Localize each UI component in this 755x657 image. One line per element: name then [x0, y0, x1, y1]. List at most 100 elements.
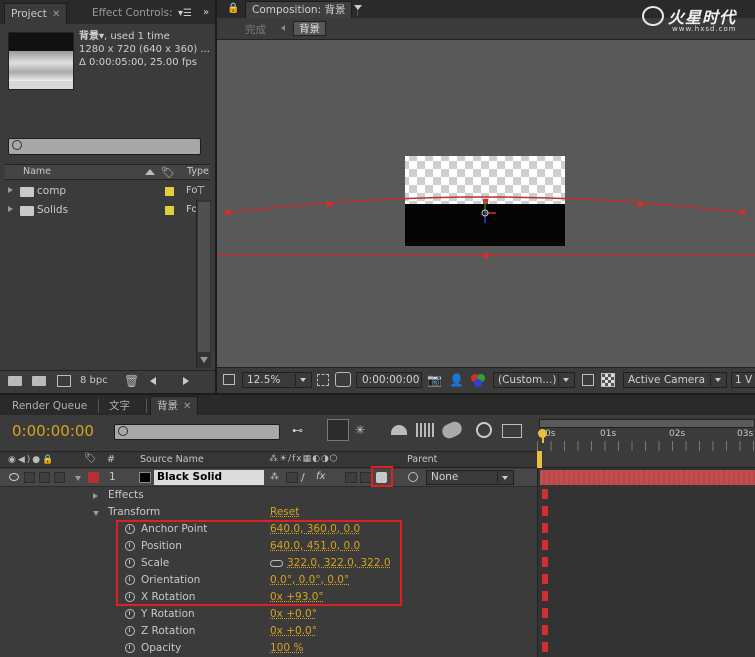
parent-dropdown[interactable]: None: [426, 470, 514, 485]
scroll-down-icon[interactable]: [200, 357, 208, 363]
stopwatch-icon[interactable]: [125, 626, 135, 636]
property-row[interactable]: Y Rotation 0x +0.0°: [0, 606, 537, 623]
project-search-input[interactable]: [25, 140, 197, 153]
expand-arrow-icon[interactable]: [8, 187, 13, 193]
breadcrumb-item-active[interactable]: 背景: [293, 21, 326, 36]
quality-slash-icon[interactable]: /: [301, 471, 305, 484]
pick-whip-icon[interactable]: [408, 472, 418, 482]
new-comp-icon[interactable]: [57, 375, 71, 387]
zoom-dropdown[interactable]: 12.5%: [242, 372, 312, 388]
property-value[interactable]: 0x +0.0°: [270, 623, 317, 640]
close-icon[interactable]: ✕: [52, 4, 60, 25]
column-type[interactable]: Type: [187, 166, 209, 177]
label-tag-icon[interactable]: 🏷: [161, 166, 175, 179]
stopwatch-icon[interactable]: [125, 643, 135, 653]
layer-name[interactable]: Black Solid: [154, 470, 264, 485]
panel-menu-icon[interactable]: ▾☰: [176, 7, 194, 19]
label-color-swatch[interactable]: [165, 206, 174, 215]
shy-switch-icon[interactable]: ⁂: [270, 472, 279, 482]
property-row[interactable]: Effects: [0, 487, 537, 504]
mask-visibility-icon[interactable]: [335, 372, 351, 387]
effects-switch-icon[interactable]: fx: [316, 471, 325, 482]
lock-icon[interactable]: 🔒: [227, 3, 239, 15]
scroll-right-icon[interactable]: [183, 377, 189, 385]
tab-text-comp[interactable]: 文字: [103, 397, 136, 415]
label-color-swatch[interactable]: [165, 187, 174, 196]
list-item[interactable]: comp Fo: [5, 183, 197, 200]
collapse-arrow-icon[interactable]: [75, 476, 81, 481]
timeline-search-field[interactable]: [114, 424, 280, 440]
expand-arrow-icon[interactable]: [8, 206, 13, 212]
view-layout-dropdown[interactable]: 1 V: [731, 372, 755, 388]
camera-dropdown[interactable]: Active Camera: [623, 372, 727, 388]
chevron-right-icon[interactable]: »: [200, 5, 212, 19]
flowchart-icon[interactable]: ⊤: [196, 184, 210, 198]
brainstorm-icon[interactable]: [502, 424, 522, 438]
layer-row[interactable]: 1 Black Solid ⁂ / fx None: [0, 469, 537, 487]
panel-divider[interactable]: [0, 393, 755, 395]
graph-editor-icon[interactable]: [476, 422, 492, 438]
panel-divider[interactable]: [215, 0, 217, 393]
property-row[interactable]: Z Rotation 0x +0.0°: [0, 623, 537, 640]
grid-guides-icon[interactable]: [317, 374, 329, 386]
comp-dropdown-arrow-icon[interactable]: [354, 5, 362, 10]
time-ruler[interactable]: 0s 01s 02s 03s: [537, 419, 755, 451]
timeline-tracks[interactable]: [537, 451, 755, 657]
solo-toggle[interactable]: [39, 472, 50, 483]
transparency-grid-icon[interactable]: [601, 373, 615, 387]
column-number[interactable]: #: [107, 454, 115, 465]
comp-mini-flowchart-icon[interactable]: ⊷: [292, 424, 314, 438]
property-value[interactable]: 0x +0.0°: [270, 606, 317, 623]
tab-project[interactable]: Project ✕: [4, 3, 67, 24]
show-snapshot-icon[interactable]: 👤: [449, 373, 464, 387]
viewer-scrollbar[interactable]: [217, 347, 755, 365]
channel-icon[interactable]: [471, 374, 485, 387]
sort-icon[interactable]: [145, 169, 155, 175]
motion-blur-switch[interactable]: [345, 472, 357, 483]
layer-duration-bar[interactable]: [540, 470, 755, 485]
live-update-icon[interactable]: [327, 419, 349, 441]
snapshot-icon[interactable]: 📷: [427, 373, 442, 387]
layer-label-color[interactable]: [88, 472, 99, 483]
column-parent[interactable]: Parent: [407, 454, 437, 465]
tab-composition[interactable]: Composition: 背景: [245, 1, 352, 18]
frame-blending-icon[interactable]: [416, 423, 434, 437]
trash-icon[interactable]: 🗑: [124, 374, 139, 388]
region-of-interest-icon[interactable]: [582, 374, 594, 386]
always-preview-icon[interactable]: [223, 374, 235, 385]
project-scrollbar[interactable]: [196, 200, 211, 368]
tab-render-queue[interactable]: Render Queue: [6, 397, 93, 415]
scroll-thumb[interactable]: [198, 202, 210, 352]
breadcrumb-item[interactable]: 完成: [245, 22, 266, 37]
label-tag-icon[interactable]: 🏷: [84, 453, 97, 464]
playhead-icon[interactable]: [538, 429, 547, 443]
shy-layers-icon[interactable]: [391, 425, 407, 435]
new-folder-icon[interactable]: [32, 376, 46, 386]
timecode-field[interactable]: 0:00:00:00: [356, 372, 422, 388]
reset-link[interactable]: Reset: [270, 504, 299, 521]
expand-arrow-icon[interactable]: [93, 493, 98, 499]
stopwatch-icon[interactable]: [125, 609, 135, 619]
audio-toggle[interactable]: [24, 472, 35, 483]
lock-toggle[interactable]: [54, 472, 65, 483]
tab-background-comp[interactable]: 背景 ✕: [150, 396, 198, 415]
column-name[interactable]: Name: [23, 166, 51, 177]
resolution-dropdown[interactable]: (Custom...): [493, 372, 575, 388]
collapse-arrow-icon[interactable]: [93, 511, 99, 516]
interpret-footage-icon[interactable]: [8, 376, 22, 386]
property-row[interactable]: Opacity 100 %: [0, 640, 537, 657]
current-time-display[interactable]: 0:00:00:00: [12, 422, 94, 440]
project-search-field[interactable]: [8, 138, 201, 155]
scroll-left-icon[interactable]: [150, 377, 156, 385]
item-name[interactable]: 背景▾: [79, 31, 104, 42]
quality-switch[interactable]: [286, 472, 298, 483]
property-value[interactable]: 100 %: [270, 640, 303, 657]
list-item[interactable]: Solids Fo: [5, 202, 197, 219]
draft-3d-icon[interactable]: ✳: [355, 423, 365, 437]
tab-effect-controls[interactable]: Effect Controls:: [86, 3, 179, 24]
timeline-search-input[interactable]: [131, 426, 277, 438]
column-source-name[interactable]: Source Name: [140, 454, 204, 465]
comp-viewer[interactable]: [217, 41, 755, 365]
motion-blur-icon[interactable]: [440, 419, 464, 440]
bpc-label[interactable]: 8 bpc: [80, 375, 108, 386]
